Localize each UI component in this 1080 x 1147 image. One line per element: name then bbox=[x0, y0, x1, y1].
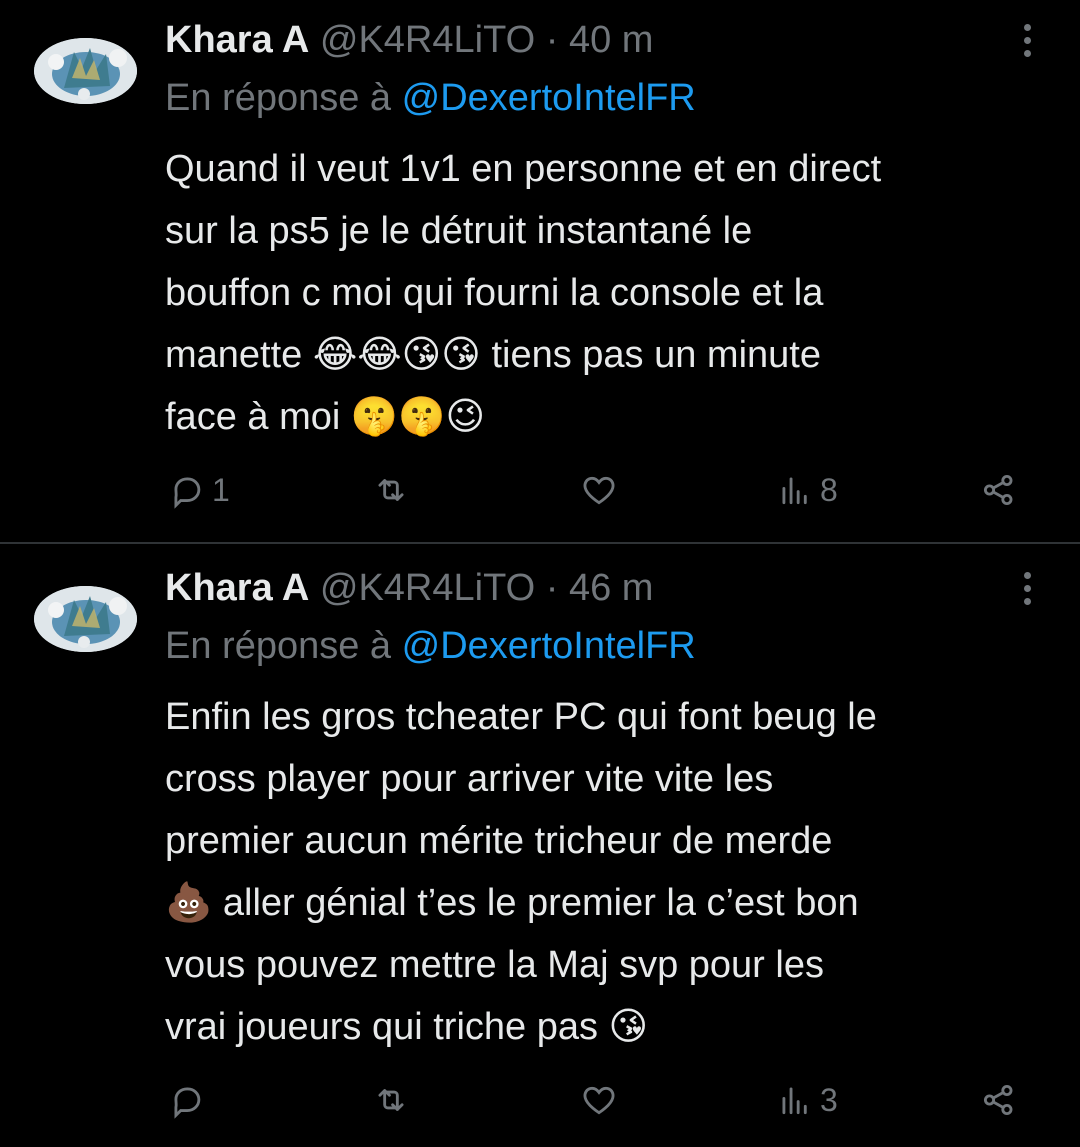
tweet-actions: 3 bbox=[0, 1078, 1080, 1122]
reply-target-link[interactable]: @DexertoIntelFR bbox=[402, 77, 696, 119]
separator-dot: · bbox=[545, 567, 559, 609]
retweet-icon bbox=[378, 1089, 404, 1111]
more-vertical-icon bbox=[1023, 572, 1031, 579]
tweet-text: Enfin les gros tcheater PC qui font beug… bbox=[165, 696, 877, 1048]
author-name[interactable]: Khara A bbox=[165, 19, 309, 61]
retweet-button[interactable] bbox=[372, 1078, 416, 1122]
views-chart-icon bbox=[782, 477, 807, 505]
retweet-icon bbox=[378, 479, 404, 501]
reply-button[interactable] bbox=[168, 1078, 212, 1122]
tweet[interactable]: Khara A @K4R4LiTO · 46 m En réponse à @D… bbox=[0, 544, 1080, 1147]
reply-count: 1 bbox=[212, 471, 230, 508]
share-button[interactable] bbox=[980, 468, 1018, 512]
reply-target-link[interactable]: @DexertoIntelFR bbox=[402, 625, 696, 667]
reply-icon bbox=[174, 477, 201, 509]
tweet-header: Khara A @K4R4LiTO · 40 m bbox=[165, 18, 653, 62]
avatar-image bbox=[34, 586, 137, 652]
like-button[interactable] bbox=[580, 468, 624, 512]
tweet[interactable]: Khara A @K4R4LiTO · 40 m En réponse à @D… bbox=[0, 0, 1080, 542]
reply-icon bbox=[174, 1087, 201, 1119]
tweet-timestamp[interactable]: 46 m bbox=[569, 567, 653, 609]
views-count: 3 bbox=[820, 1081, 838, 1118]
tweet-text: Quand il veut 1v1 en personne et en dire… bbox=[165, 148, 882, 438]
retweet-button[interactable] bbox=[372, 468, 416, 512]
views-count: 8 bbox=[820, 471, 838, 508]
author-handle[interactable]: @K4R4LiTO bbox=[320, 19, 535, 61]
tweet-actions: 1 8 bbox=[0, 468, 1080, 512]
tweet-timestamp[interactable]: 40 m bbox=[569, 19, 653, 61]
reply-context: En réponse à @DexertoIntelFR bbox=[165, 76, 696, 120]
more-vertical-icon bbox=[1023, 24, 1031, 31]
heart-icon bbox=[583, 1086, 615, 1115]
more-options-button[interactable] bbox=[1020, 24, 1034, 64]
more-options-button[interactable] bbox=[1020, 572, 1034, 612]
author-avatar[interactable] bbox=[34, 586, 137, 652]
views-button[interactable]: 8 bbox=[776, 468, 838, 512]
share-icon bbox=[983, 474, 1013, 506]
author-handle[interactable]: @K4R4LiTO bbox=[320, 567, 535, 609]
heart-icon bbox=[583, 476, 615, 505]
reply-prefix: En réponse à bbox=[165, 77, 392, 119]
separator-dot: · bbox=[545, 19, 559, 61]
share-button[interactable] bbox=[980, 1078, 1018, 1122]
views-chart-icon bbox=[782, 1087, 807, 1115]
share-icon bbox=[983, 1084, 1013, 1116]
tweet-header: Khara A @K4R4LiTO · 46 m bbox=[165, 566, 653, 610]
author-name[interactable]: Khara A bbox=[165, 567, 309, 609]
reply-button[interactable]: 1 bbox=[168, 468, 230, 512]
views-button[interactable]: 3 bbox=[776, 1078, 838, 1122]
like-button[interactable] bbox=[580, 1078, 624, 1122]
author-avatar[interactable] bbox=[34, 38, 137, 104]
avatar-image bbox=[34, 38, 137, 104]
reply-prefix: En réponse à bbox=[165, 625, 392, 667]
reply-context: En réponse à @DexertoIntelFR bbox=[165, 624, 696, 668]
